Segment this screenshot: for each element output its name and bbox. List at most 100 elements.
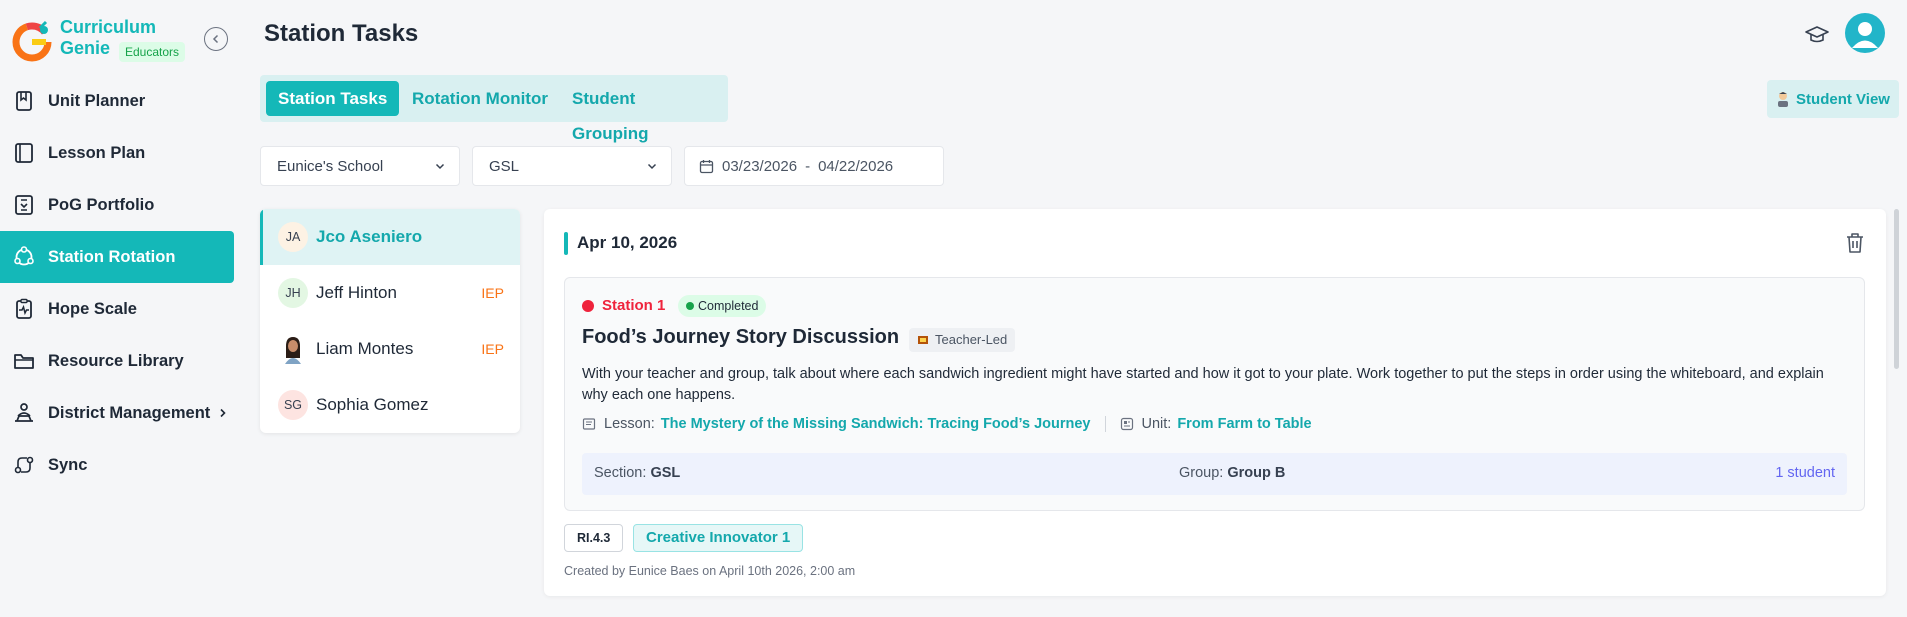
- tab-rotation-monitor[interactable]: Rotation Monitor: [400, 81, 560, 116]
- station-label: Station 1: [602, 297, 666, 314]
- user-avatar[interactable]: [1845, 13, 1885, 53]
- student-avatar: JH: [278, 278, 308, 308]
- student-name: Jco Aseniero: [316, 227, 423, 246]
- unit-icon: [1120, 417, 1133, 431]
- student-name: Jeff Hinton: [316, 283, 397, 302]
- sidebar-item-lesson-plan[interactable]: Lesson Plan: [0, 127, 234, 179]
- sidebar-item-pog-portfolio[interactable]: PoG Portfolio: [0, 179, 234, 231]
- student-item[interactable]: JA Jco Aseniero: [260, 209, 520, 265]
- sidebar-item-label: Lesson Plan: [48, 143, 146, 162]
- school-select[interactable]: Eunice's School: [260, 146, 460, 186]
- sidebar-item-label: Sync: [48, 455, 88, 474]
- lesson-label: Lesson:: [604, 416, 655, 432]
- sidebar-item-resource-library[interactable]: Resource Library: [0, 335, 234, 387]
- district-icon: [15, 403, 33, 422]
- chevron-down-icon: [647, 163, 657, 170]
- student-avatar: JA: [278, 222, 308, 252]
- chevron-left-icon: [212, 34, 219, 44]
- chevron-right-icon: [220, 408, 226, 418]
- section-label: Section:: [594, 465, 647, 481]
- folder-icon: [14, 354, 34, 369]
- created-info: Created by Eunice Baes on April 10th 202…: [564, 564, 856, 578]
- section-select-value: GSL: [489, 157, 520, 175]
- unit-link[interactable]: From Farm to Table: [1177, 416, 1311, 432]
- section-value: GSL: [650, 465, 681, 481]
- student-view-button[interactable]: Student View: [1767, 80, 1899, 118]
- task-meta: Lesson: The Mystery of the Missing Sandw…: [582, 416, 1312, 432]
- student-count-link[interactable]: 1 student: [1775, 465, 1835, 481]
- section-info: Section: GSL: [594, 465, 680, 481]
- sidebar-item-label: Unit Planner: [48, 91, 146, 110]
- bookmark-book-icon: [16, 91, 32, 111]
- student-list: JA Jco Aseniero JH Jeff Hinton IEP Liam …: [260, 209, 520, 433]
- sidebar-item-label: Hope Scale: [48, 299, 137, 318]
- section-group-row: Section: GSL Group: Group B 1 student: [582, 453, 1847, 495]
- school-select-value: Eunice's School: [277, 157, 384, 175]
- unit-label: Unit:: [1141, 416, 1172, 432]
- view-tabs: Station Tasks Rotation Monitor Student G…: [260, 75, 728, 143]
- scrollbar[interactable]: [1894, 209, 1899, 369]
- collapse-sidebar-button[interactable]: [204, 27, 228, 51]
- user-icon: [1852, 22, 1878, 48]
- section-select[interactable]: GSL: [472, 146, 672, 186]
- date-accent-bar: [564, 232, 568, 255]
- student-name: Sophia Gomez: [316, 395, 429, 414]
- date-separator: -: [805, 157, 811, 175]
- student-view-label: Student View: [1796, 90, 1890, 108]
- sidebar-item-unit-planner[interactable]: Unit Planner: [0, 75, 234, 127]
- page-title: Station Tasks: [264, 20, 419, 47]
- student-item[interactable]: JH Jeff Hinton IEP: [260, 265, 520, 321]
- brand-name-2: Genie: [60, 38, 111, 58]
- sidebar: Curriculum Genie Educators Unit Planner …: [0, 0, 240, 617]
- student-item[interactable]: Liam Montes IEP: [260, 321, 520, 377]
- student-avatar-photo: [278, 334, 308, 364]
- open-book-icon: [15, 143, 33, 163]
- date-start: 03/23/2026: [722, 157, 798, 175]
- student-name: Liam Montes: [316, 339, 414, 358]
- sidebar-item-station-rotation[interactable]: Station Rotation: [0, 231, 234, 283]
- task-description: With your teacher and group, talk about …: [582, 366, 1824, 403]
- trash-icon[interactable]: [1844, 231, 1866, 255]
- brand[interactable]: Curriculum Genie Educators: [10, 14, 230, 66]
- station-dot-icon: [582, 300, 594, 312]
- mode-label: Teacher-Led: [935, 332, 1008, 347]
- educators-badge: Educators: [119, 42, 186, 62]
- task-card: Apr 10, 2026 Station 1 Completed Food’s …: [544, 209, 1886, 596]
- teacher-icon: [918, 336, 928, 344]
- sidebar-item-district-management[interactable]: District Management: [0, 387, 234, 439]
- graduation-cap-icon[interactable]: [1804, 22, 1830, 48]
- clipboard-pulse-icon: [16, 298, 32, 319]
- lesson-icon: [582, 418, 596, 430]
- student-photo-icon: [285, 337, 301, 364]
- sidebar-item-label: PoG Portfolio: [48, 195, 155, 214]
- brand-name: Curriculum: [60, 17, 157, 37]
- curriculum-genie-logo-icon: [12, 20, 52, 62]
- iep-badge: IEP: [481, 285, 504, 301]
- sidebar-item-label: Station Rotation: [48, 247, 176, 266]
- group-value: Group B: [1227, 465, 1286, 481]
- sync-icon: [14, 456, 34, 474]
- lesson-link[interactable]: The Mystery of the Missing Sandwich: Tra…: [661, 416, 1091, 432]
- sidebar-item-sync[interactable]: Sync: [0, 439, 234, 491]
- tab-station-tasks[interactable]: Station Tasks: [266, 81, 400, 116]
- portfolio-icon: [15, 195, 33, 215]
- station-task: Station 1 Completed Food’s Journey Story…: [564, 277, 1865, 511]
- tab-student-grouping[interactable]: Student Grouping: [560, 81, 728, 143]
- task-title: Food’s Journey Story Discussion: [582, 326, 900, 348]
- date-range-picker[interactable]: 03/23/2026 - 04/22/2026: [684, 146, 944, 186]
- calendar-icon: [699, 159, 714, 173]
- rotation-icon: [14, 246, 34, 266]
- group-info: Group: Group B: [1179, 465, 1285, 481]
- status-badge: Completed: [678, 295, 767, 317]
- mode-badge: Teacher-Led: [909, 328, 1016, 352]
- student-item[interactable]: SG Sophia Gomez: [260, 377, 520, 433]
- sidebar-item-label: Resource Library: [48, 351, 184, 370]
- task-date: Apr 10, 2026: [577, 233, 678, 252]
- chevron-down-icon: [435, 163, 445, 170]
- pog-chip: Creative Innovator 1: [633, 524, 804, 552]
- standard-chip: RI.4.3: [564, 524, 624, 552]
- iep-badge: IEP: [481, 341, 504, 357]
- sidebar-item-hope-scale[interactable]: Hope Scale: [0, 283, 234, 335]
- sidebar-item-label: District Management: [48, 403, 211, 422]
- meta-divider: [1104, 416, 1106, 432]
